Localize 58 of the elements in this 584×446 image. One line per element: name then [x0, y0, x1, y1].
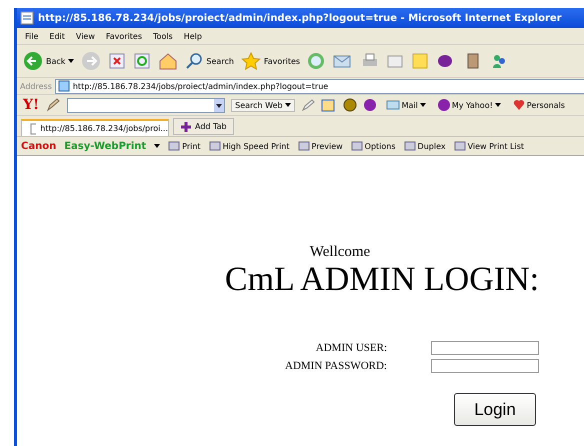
search-field[interactable]	[67, 98, 226, 112]
login-button[interactable]: Login	[454, 393, 536, 426]
address-label: Address	[20, 82, 52, 90]
field-label: ADMIN USER:	[314, 342, 387, 354]
pencil-icon[interactable]	[300, 98, 315, 112]
my-yahoo-button[interactable]: My Yahoo!	[434, 98, 504, 112]
toolbar-icon	[208, 140, 221, 152]
toolbar-icon	[298, 140, 310, 152]
toolbar-icon	[404, 140, 416, 152]
search-button[interactable]: Search	[185, 52, 234, 70]
search-web-button[interactable]: Search Web	[231, 98, 295, 112]
menu-item[interactable]: Favorites	[106, 32, 142, 40]
browser-tab[interactable]: http://85.186.78.234/jobs/proi...	[21, 119, 169, 136]
refresh-icon[interactable]	[133, 52, 152, 70]
plus-icon	[180, 120, 192, 132]
yahoo-logo[interactable]: Y!	[23, 97, 40, 113]
print-toolbar-button[interactable]: Duplex	[404, 140, 446, 152]
toolbar-icon	[454, 140, 466, 152]
input-field[interactable]	[431, 359, 539, 373]
caret-icon	[494, 103, 501, 107]
caret-icon	[420, 103, 426, 107]
add-tab-button[interactable]: Add Tab	[173, 118, 234, 135]
dropdown-caret-icon[interactable]	[214, 98, 224, 112]
toolbar-icon	[350, 140, 363, 152]
field-label: ADMIN PASSWORD:	[284, 360, 387, 372]
window-title: http://85.186.78.234/jobs/proiect/admin/index.php?logout=true - Microsoft Internet Explorer	[38, 12, 562, 24]
stop-icon[interactable]	[108, 52, 126, 70]
menu-item[interactable]: View	[76, 32, 95, 40]
menu-item[interactable]: Tools	[153, 32, 173, 40]
caret-icon[interactable]	[154, 144, 160, 148]
toolbar-icon	[168, 140, 180, 152]
print-toolbar-button[interactable]: High Speed Print	[208, 140, 290, 152]
badge-icon	[438, 99, 450, 111]
favorites-button[interactable]: Favorites	[240, 52, 300, 70]
search-icon	[185, 52, 204, 70]
personals-button[interactable]: Personals	[510, 98, 568, 112]
menu-item[interactable]: File	[25, 32, 38, 40]
login-heading: CmL ADMIN LOGIN:	[224, 261, 540, 299]
star-icon	[240, 52, 261, 70]
print-toolbar-button[interactable]: Preview	[298, 140, 343, 152]
print-toolbar-button[interactable]: Options	[350, 140, 396, 152]
caret-icon	[284, 103, 291, 107]
input-field[interactable]	[431, 341, 539, 355]
home-icon[interactable]	[158, 52, 178, 70]
note-icon[interactable]	[411, 52, 430, 70]
address-field[interactable]: http://85.186.78.234/jobs/proiect/admin/index.php?logout=true	[54, 78, 584, 94]
envelope-icon	[386, 100, 400, 110]
mail-button[interactable]: Mail	[382, 99, 429, 111]
menu-item[interactable]: Help	[184, 32, 202, 40]
back-button[interactable]: Back	[23, 51, 74, 71]
heart-icon	[512, 99, 525, 111]
print-toolbar-button[interactable]: View Print List	[454, 140, 524, 152]
menu-item[interactable]: Edit	[49, 32, 65, 40]
canon-logo: Canon	[21, 140, 56, 152]
caret-icon	[68, 59, 74, 63]
print-toolbar-button[interactable]: Print	[168, 140, 201, 152]
greeting-text: Wellcome	[310, 244, 370, 261]
pencil-icon[interactable]	[45, 98, 62, 112]
